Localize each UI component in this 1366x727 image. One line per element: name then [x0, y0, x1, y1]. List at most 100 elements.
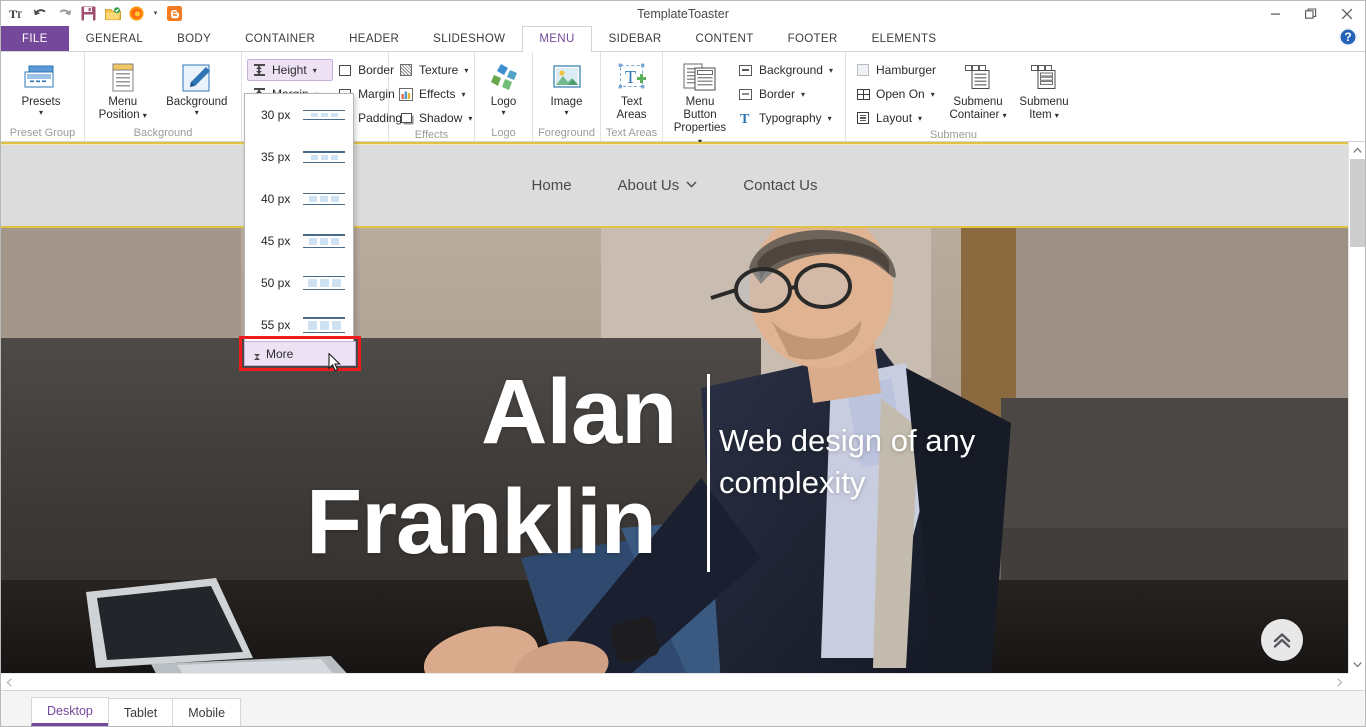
- device-tab-tablet[interactable]: Tablet: [108, 698, 173, 726]
- canvas-horizontal-scrollbar[interactable]: [1, 673, 1348, 690]
- restore-button[interactable]: [1293, 1, 1329, 26]
- ribbon-group-text-areas: T Text Areas Text Areas: [601, 52, 663, 141]
- mbp-label-line2: Properties: [674, 122, 726, 134]
- back-to-top-button[interactable]: [1261, 619, 1303, 661]
- background-button[interactable]: Background ▾: [158, 56, 237, 117]
- design-canvas: Home About Us Contact Us: [1, 142, 1348, 673]
- nav-item-contact-us[interactable]: Contact Us: [743, 177, 817, 194]
- minimize-button[interactable]: [1257, 1, 1293, 26]
- height-option-35[interactable]: 35 px: [245, 136, 353, 178]
- layout-label: Layout: [876, 111, 912, 125]
- ribbon-tab-sidebar[interactable]: SIDEBAR: [592, 26, 679, 51]
- height-option-30[interactable]: 30 px: [245, 94, 353, 136]
- text-areas-label-line1: Text: [621, 96, 642, 108]
- effects-button[interactable]: Effects ▾: [394, 83, 479, 105]
- height-option-45[interactable]: 45 px: [245, 220, 353, 262]
- height-dropdown-menu[interactable]: 30 px 35 px 40 px 45 px 50 px: [244, 93, 354, 347]
- hamburger-label: Hamburger: [876, 63, 936, 77]
- effects-column: Texture ▾ Effects ▾ Shadow ▾: [394, 56, 479, 129]
- ribbon-tab-general[interactable]: GENERAL: [69, 26, 160, 51]
- vertical-scroll-thumb[interactable]: [1350, 159, 1365, 247]
- hero-divider: [707, 374, 710, 572]
- shadow-button[interactable]: Shadow ▾: [394, 107, 479, 129]
- shadow-caret: ▾: [468, 114, 472, 123]
- redo-icon[interactable]: [56, 5, 73, 22]
- height-option-40[interactable]: 40 px: [245, 178, 353, 220]
- nav-item-about-us[interactable]: About Us: [618, 177, 698, 194]
- menu-position-button[interactable]: Menu Position ▾: [90, 56, 156, 123]
- menu-border-label: Border: [759, 87, 795, 101]
- height-option-50[interactable]: 50 px: [245, 262, 353, 304]
- submenu-item-button[interactable]: Submenu Item ▾: [1013, 56, 1075, 123]
- nav-item-home-label: Home: [532, 177, 572, 194]
- menu-border-button[interactable]: Border ▾: [734, 83, 840, 105]
- height-more-button[interactable]: More: [244, 341, 356, 366]
- submenu-item-icon: [1027, 61, 1061, 95]
- ribbon-group-label-preset-group: Preset Group: [1, 127, 84, 141]
- background-brush-icon: [181, 61, 213, 95]
- ribbon-tab-menu[interactable]: MENU: [522, 26, 591, 51]
- submenu-container-button[interactable]: Submenu Container ▾: [945, 56, 1011, 123]
- presets-icon: [21, 61, 61, 95]
- text-size-icon[interactable]: TT: [8, 5, 25, 22]
- blogger-icon[interactable]: [166, 5, 183, 22]
- logo-caret: ▾: [501, 109, 505, 116]
- effects-icon: [398, 86, 414, 102]
- device-tab-desktop[interactable]: Desktop: [31, 697, 109, 726]
- close-button[interactable]: [1329, 1, 1365, 26]
- logo-button[interactable]: Logo ▾: [480, 56, 527, 117]
- canvas-vertical-scrollbar[interactable]: [1348, 142, 1365, 673]
- undo-icon[interactable]: [32, 5, 49, 22]
- scroll-left-arrow-icon[interactable]: [1, 674, 18, 691]
- image-button[interactable]: Image ▾: [538, 56, 595, 117]
- submenu-column: Hamburger Open On ▾ Layout ▾: [851, 56, 943, 129]
- submenu-container-label: Submenu Container ▾: [949, 96, 1006, 122]
- ribbon-tab-body[interactable]: BODY: [160, 26, 228, 51]
- texture-icon: [398, 62, 414, 78]
- ribbon-tab-content[interactable]: CONTENT: [679, 26, 771, 51]
- save-icon[interactable]: [80, 5, 97, 22]
- open-on-button[interactable]: Open On ▾: [851, 83, 943, 105]
- menu-button-properties-button[interactable]: Menu Button Properties ▾: [668, 56, 732, 149]
- texture-caret: ▾: [464, 66, 468, 75]
- ribbon-tab-header[interactable]: HEADER: [332, 26, 416, 51]
- ribbon-tab-file[interactable]: FILE: [1, 26, 69, 51]
- texture-button[interactable]: Texture ▾: [394, 59, 479, 81]
- submenu-item-label: Submenu Item ▾: [1019, 96, 1068, 122]
- layout-button[interactable]: Layout ▾: [851, 107, 943, 129]
- chevron-up-double-icon: [1270, 628, 1294, 652]
- ribbon-tab-slideshow[interactable]: SLIDESHOW: [416, 26, 522, 51]
- menu-background-button[interactable]: Background ▾: [734, 59, 840, 81]
- height-button[interactable]: Height ▾: [247, 59, 333, 81]
- menu-position-icon: [108, 61, 138, 95]
- scroll-down-arrow-icon[interactable]: [1349, 656, 1366, 673]
- nav-item-about-us-label: About Us: [618, 177, 680, 194]
- help-icon[interactable]: ?: [1339, 28, 1357, 46]
- ribbon-tab-container[interactable]: CONTAINER: [228, 26, 332, 51]
- ribbon-group-label-background: Background: [85, 127, 241, 141]
- scroll-up-arrow-icon[interactable]: [1349, 142, 1366, 159]
- submenu-container-caret: ▾: [1003, 111, 1007, 120]
- vertical-scroll-track[interactable]: [1349, 159, 1366, 656]
- presets-button[interactable]: Presets ▾: [6, 56, 76, 117]
- text-areas-button[interactable]: T Text Areas: [606, 56, 657, 123]
- ribbon-group-label-submenu: Submenu: [846, 129, 1061, 143]
- hamburger-checkbox[interactable]: Hamburger: [851, 59, 943, 81]
- scroll-right-arrow-icon[interactable]: [1331, 674, 1348, 691]
- ribbon-tab-elements[interactable]: ELEMENTS: [855, 26, 954, 51]
- ribbon-tab-footer[interactable]: FOOTER: [771, 26, 855, 51]
- nav-item-contact-us-label: Contact Us: [743, 177, 817, 194]
- shadow-icon: [398, 110, 414, 126]
- text-areas-label: Text Areas: [616, 96, 646, 122]
- export-folder-icon[interactable]: [104, 5, 121, 22]
- device-tab-mobile[interactable]: Mobile: [172, 698, 241, 726]
- menu-typography-button[interactable]: T Typography ▾: [734, 107, 840, 129]
- layout-icon: [855, 110, 871, 126]
- menu-typography-caret: ▾: [828, 114, 832, 123]
- height-option-30-preview: [303, 110, 345, 121]
- height-option-45-preview: [303, 234, 345, 248]
- nav-item-home[interactable]: Home: [532, 177, 572, 194]
- preview-dropdown-caret[interactable]: ▾: [152, 5, 159, 22]
- more-highlight-box: More: [239, 336, 361, 371]
- firefox-preview-icon[interactable]: [128, 5, 145, 22]
